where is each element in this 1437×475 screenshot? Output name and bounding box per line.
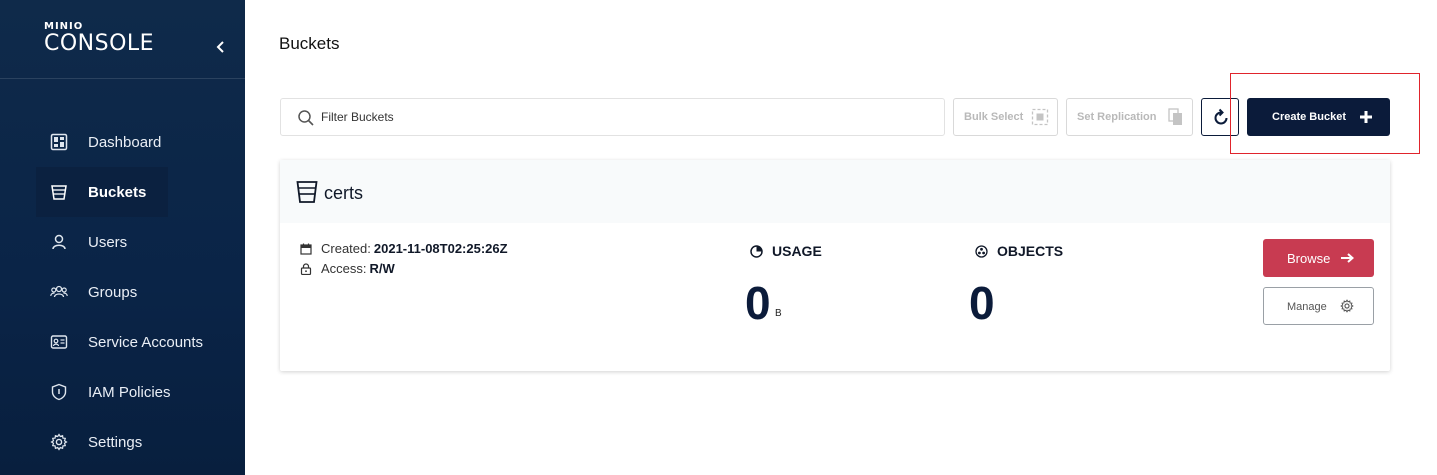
refresh-icon (1211, 108, 1231, 128)
sidebar-item-groups[interactable]: Groups (36, 267, 245, 317)
create-bucket-label: Create Bucket (1272, 111, 1346, 123)
copy-icon (1168, 108, 1184, 126)
created-label: Created: (321, 241, 371, 256)
sidebar-item-label: Dashboard (88, 133, 162, 151)
shield-icon (50, 383, 68, 401)
set-replication-label: Set Replication (1077, 111, 1157, 123)
objects-icon (975, 244, 988, 258)
brand-logo: MINIO CONSOLE (44, 22, 154, 56)
sidebar-item-settings[interactable]: Settings (36, 417, 245, 467)
usage-unit: B (775, 308, 782, 319)
sidebar-item-label: Groups (88, 283, 138, 301)
sidebar-nav: Dashboard Buckets Users Groups Service A… (36, 117, 245, 467)
sidebar-item-users[interactable]: Users (36, 217, 245, 267)
search-icon (297, 109, 315, 127)
bucket-icon (50, 183, 68, 201)
browse-button[interactable]: Browse (1263, 239, 1374, 277)
bucket-created-row: Created: 2021-11-08T02:25:26Z (300, 241, 508, 256)
usage-title: USAGE (750, 243, 822, 259)
sidebar-item-service-accounts[interactable]: Service Accounts (36, 317, 245, 367)
collapse-sidebar-chevron-left-icon[interactable] (212, 38, 230, 56)
gear-icon (50, 433, 68, 451)
user-icon (50, 233, 68, 251)
browse-label: Browse (1287, 251, 1331, 266)
created-value: 2021-11-08T02:25:26Z (373, 241, 508, 256)
select-all-icon (1031, 108, 1049, 126)
create-bucket-button[interactable]: Create Bucket (1247, 98, 1390, 136)
bulk-select-label: Bulk Select (964, 111, 1024, 123)
gear-icon (1340, 299, 1354, 313)
sidebar-item-buckets[interactable]: Buckets (36, 167, 168, 217)
bulk-select-button[interactable]: Bulk Select (953, 98, 1058, 136)
objects-value: 0 (969, 277, 995, 329)
filter-buckets-input[interactable] (321, 107, 921, 127)
brand-main-text: CONSOLE (44, 31, 155, 56)
bucket-access-row: Access: R/W (300, 261, 395, 276)
usage-value: 0 (745, 277, 771, 329)
sidebar-item-dashboard[interactable]: Dashboard (36, 117, 245, 167)
access-label: Access: (321, 261, 367, 276)
sidebar-divider (0, 78, 245, 79)
objects-label: OBJECTS (997, 243, 1064, 259)
bucket-name[interactable]: certs (324, 183, 363, 204)
dashboard-icon (50, 133, 68, 151)
bucket-card: certs Created: 2021-11-08T02:25:26Z Acce… (280, 160, 1390, 371)
page-title: Buckets (279, 34, 340, 53)
filter-buckets-field[interactable] (280, 98, 945, 136)
sidebar-item-label: IAM Policies (88, 383, 171, 401)
calendar-icon (300, 243, 312, 255)
pie-chart-icon (750, 244, 763, 258)
refresh-button[interactable] (1201, 98, 1239, 136)
objects-title: OBJECTS (975, 243, 1063, 259)
page-header: Buckets (245, 0, 1437, 78)
service-accounts-icon (50, 333, 68, 351)
groups-icon (50, 283, 68, 301)
sidebar: MINIO CONSOLE Dashboard Buckets Users Gr… (0, 0, 245, 475)
sidebar-item-label: Users (88, 233, 128, 251)
manage-label: Manage (1287, 301, 1327, 313)
access-value: R/W (369, 261, 395, 276)
sidebar-item-iam-policies[interactable]: IAM Policies (36, 367, 245, 417)
lock-icon (300, 262, 312, 275)
arrow-right-icon (1340, 252, 1355, 264)
bucket-card-header: certs (280, 160, 1390, 223)
bucket-icon (296, 180, 318, 204)
plus-icon (1360, 111, 1372, 123)
manage-button[interactable]: Manage (1263, 287, 1374, 325)
usage-label: USAGE (772, 243, 822, 259)
set-replication-button[interactable]: Set Replication (1066, 98, 1193, 136)
sidebar-item-label: Settings (88, 433, 143, 451)
sidebar-item-label: Buckets (88, 183, 147, 201)
sidebar-item-label: Service Accounts (88, 333, 204, 351)
